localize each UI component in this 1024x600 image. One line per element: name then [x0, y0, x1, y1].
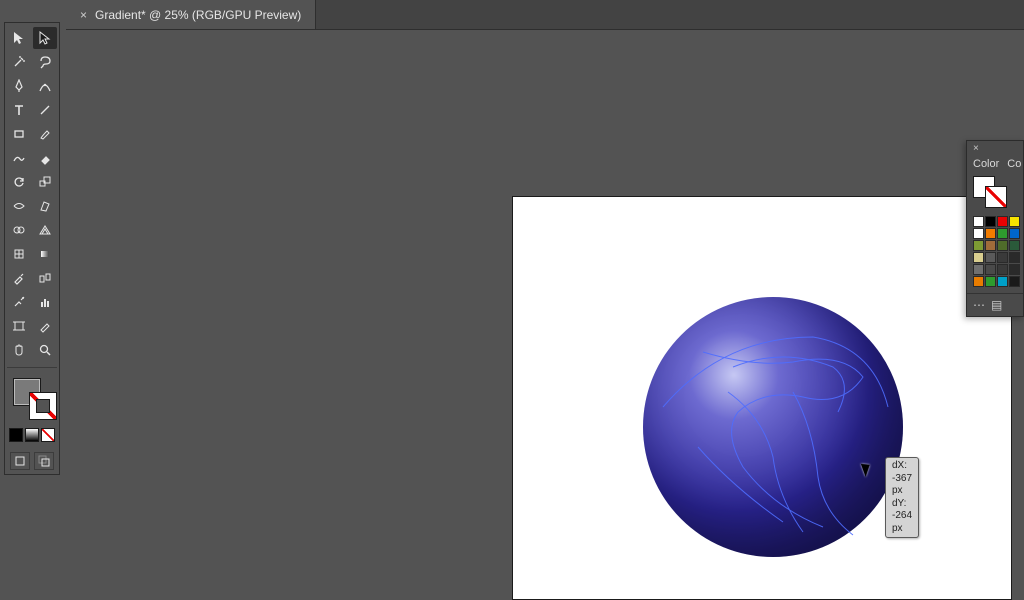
color-mode-none[interactable]	[41, 428, 55, 442]
swatch-18[interactable]	[997, 264, 1008, 275]
blend-tool[interactable]	[33, 267, 57, 289]
fill-stroke-swatches[interactable]	[7, 378, 57, 422]
lasso-tool[interactable]	[33, 51, 57, 73]
swatch-14[interactable]	[997, 252, 1008, 263]
shape-builder-tool[interactable]	[7, 219, 31, 241]
swatch-2[interactable]	[997, 216, 1008, 227]
paintbrush-tool[interactable]	[33, 123, 57, 145]
swatch-13[interactable]	[985, 252, 996, 263]
column-graph-tool[interactable]	[33, 291, 57, 313]
slice-tool[interactable]	[33, 315, 57, 337]
swatch-19[interactable]	[1009, 264, 1020, 275]
rectangle-tool[interactable]	[7, 123, 31, 145]
swatch-4[interactable]	[973, 228, 984, 239]
mesh-path-overlay	[643, 297, 903, 557]
swatch-3[interactable]	[1009, 216, 1020, 227]
swatch-0[interactable]	[973, 216, 984, 227]
eyedropper-tool[interactable]	[7, 267, 31, 289]
rotate-tool[interactable]	[7, 171, 31, 193]
mesh-tool[interactable]	[7, 243, 31, 265]
swatch-22[interactable]	[997, 276, 1008, 287]
cursor-icon	[861, 461, 873, 477]
free-transform-tool[interactable]	[33, 195, 57, 217]
swatch-15[interactable]	[1009, 252, 1020, 263]
draw-behind[interactable]	[34, 452, 54, 470]
swatch-16[interactable]	[973, 264, 984, 275]
panel-stroke-swatch[interactable]	[985, 186, 1007, 208]
zoom-tool[interactable]	[33, 339, 57, 361]
direct-selection-tool[interactable]	[33, 27, 57, 49]
swatch-11[interactable]	[1009, 240, 1020, 251]
gradient-sphere[interactable]: dX: -367 px dY: -264 px	[643, 297, 903, 557]
swatch-5[interactable]	[985, 228, 996, 239]
measurement-dy-value: -264 px	[892, 510, 912, 534]
selection-tool[interactable]	[7, 27, 31, 49]
tools-panel	[4, 22, 60, 475]
swatch-17[interactable]	[985, 264, 996, 275]
measurement-dx-label: dX:	[892, 460, 907, 471]
panel-fill-stroke[interactable]	[973, 176, 1017, 210]
color-mode-gradient[interactable]	[25, 428, 39, 442]
panel-menu-icon[interactable]: ⋯	[973, 298, 985, 312]
swatch-23[interactable]	[1009, 276, 1020, 287]
curvature-tool[interactable]	[33, 75, 57, 97]
panel-tab-color[interactable]: Color	[973, 158, 999, 170]
symbol-sprayer-tool[interactable]	[7, 291, 31, 313]
panel-tab-next[interactable]: Co	[1007, 158, 1021, 170]
swatch-12[interactable]	[973, 252, 984, 263]
measurement-tooltip: dX: -367 px dY: -264 px	[885, 457, 919, 538]
eraser-tool[interactable]	[33, 147, 57, 169]
scale-tool[interactable]	[33, 171, 57, 193]
swatch-1[interactable]	[985, 216, 996, 227]
stroke-swatch[interactable]	[29, 392, 57, 420]
document-tab-strip: × Gradient* @ 25% (RGB/GPU Preview)	[66, 0, 1024, 30]
color-mode-solid[interactable]	[9, 428, 23, 442]
type-tool[interactable]	[7, 99, 31, 121]
hand-tool[interactable]	[7, 339, 31, 361]
color-panel: × Color Co ⋯ ▤	[966, 140, 1024, 317]
panel-close-icon[interactable]: ×	[967, 141, 1023, 156]
gradient-tool[interactable]	[33, 243, 57, 265]
magic-wand-tool[interactable]	[7, 51, 31, 73]
pen-tool[interactable]	[7, 75, 31, 97]
shaper-tool[interactable]	[7, 147, 31, 169]
swatch-20[interactable]	[973, 276, 984, 287]
close-icon[interactable]: ×	[80, 8, 87, 22]
document-tab-title: Gradient* @ 25% (RGB/GPU Preview)	[95, 8, 301, 22]
artboard[interactable]: dX: -367 px dY: -264 px	[512, 196, 1012, 600]
draw-normal[interactable]	[10, 452, 30, 470]
panel-options-icon[interactable]: ▤	[991, 298, 1002, 312]
swatch-7[interactable]	[1009, 228, 1020, 239]
measurement-dx-value: -367 px	[892, 473, 912, 497]
line-segment-tool[interactable]	[33, 99, 57, 121]
measurement-dy-label: dY:	[892, 498, 906, 509]
swatch-9[interactable]	[985, 240, 996, 251]
width-tool[interactable]	[7, 195, 31, 217]
canvas-area[interactable]: dX: -367 px dY: -264 px	[66, 30, 1024, 599]
swatch-8[interactable]	[973, 240, 984, 251]
swatch-21[interactable]	[985, 276, 996, 287]
swatch-6[interactable]	[997, 228, 1008, 239]
artboard-tool[interactable]	[7, 315, 31, 337]
swatch-10[interactable]	[997, 240, 1008, 251]
document-tab[interactable]: × Gradient* @ 25% (RGB/GPU Preview)	[66, 0, 316, 29]
perspective-grid-tool[interactable]	[33, 219, 57, 241]
swatch-grid	[967, 216, 1023, 293]
